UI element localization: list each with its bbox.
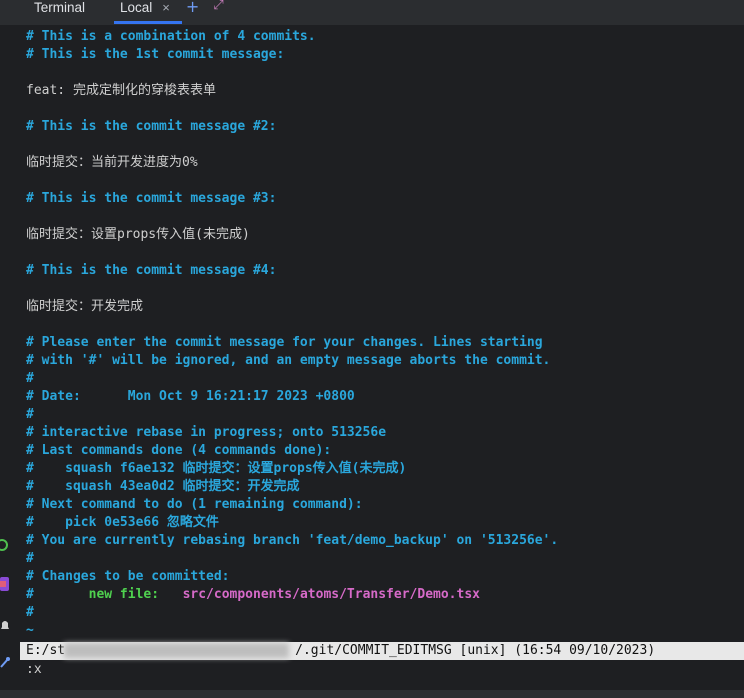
terminal-line: # bbox=[26, 604, 34, 622]
terminal-line: # This is the 1st commit message: bbox=[26, 46, 284, 64]
terminal-line: # This is the commit message #3: bbox=[26, 190, 276, 208]
changed-file-path: src/components/atoms/Transfer/Demo.tsx bbox=[182, 587, 480, 602]
line-text: # squash 43ea0d2 临时提交：开发完成 bbox=[26, 479, 300, 494]
line-text: # pick 0e53e66 忽略文件 bbox=[26, 515, 219, 530]
line-text: # Last commands done (4 commands done): bbox=[26, 443, 332, 458]
line-text: # Please enter the commit message for yo… bbox=[26, 335, 543, 350]
bottom-strip bbox=[0, 690, 744, 698]
expand-icon[interactable]: ⤢ bbox=[213, 0, 223, 13]
line-text: 临时提交：当前开发进度为0% bbox=[26, 155, 198, 170]
notification-icon[interactable] bbox=[0, 618, 10, 632]
line-text: 临时提交：开发完成 bbox=[26, 299, 144, 314]
line-text: # bbox=[26, 551, 34, 566]
line-text: # with '#' will be ignored, and an empty… bbox=[26, 353, 551, 368]
line-text: # This is the commit message #2: bbox=[26, 119, 277, 134]
left-tool-gutter bbox=[0, 25, 20, 698]
line-text: ~ bbox=[26, 623, 34, 638]
terminal-line: 临时提交：当前开发进度为0% bbox=[26, 154, 198, 172]
active-tab-indicator bbox=[114, 21, 182, 24]
line-text: # bbox=[26, 605, 34, 620]
line-text: # squash f6ae132 临时提交：设置props传入值(未完成) bbox=[26, 461, 407, 476]
line-text: # bbox=[26, 371, 34, 386]
terminal-output[interactable]: # This is a combination of 4 commits. # T… bbox=[20, 25, 744, 698]
close-icon[interactable]: × bbox=[162, 0, 170, 15]
tab-local-label: Local bbox=[120, 0, 153, 15]
line-text: # This is the commit message #4: bbox=[26, 263, 277, 278]
line-text: # Changes to be committed: bbox=[26, 569, 230, 584]
terminal-line: # interactive rebase in progress; onto 5… bbox=[26, 424, 386, 442]
terminal-line: 临时提交：设置props传入值(未完成) bbox=[26, 226, 250, 244]
vim-status-line: E:/st /.git/COMMIT_EDITMSG [unix] (16:54 … bbox=[20, 642, 744, 660]
terminal-line: feat: 完成定制化的穿梭表表单 bbox=[26, 82, 216, 100]
terminal-line: # This is the commit message #4: bbox=[26, 262, 276, 280]
line-text: # Date: Mon Oct 9 16:21:17 2023 +0800 bbox=[26, 389, 355, 404]
terminal-line: # This is the commit message #2: bbox=[26, 118, 276, 136]
line-text: # bbox=[26, 407, 34, 422]
line-text: feat: 完成定制化的穿梭表表单 bbox=[26, 83, 216, 98]
terminal-line: # Next command to do (1 remaining comman… bbox=[26, 496, 363, 514]
vim-command-line[interactable]: :x bbox=[26, 661, 42, 679]
terminal-line: ~ bbox=[26, 622, 34, 640]
line-text: # bbox=[26, 587, 34, 602]
terminal-line: # new file: src/components/atoms/Transfe… bbox=[26, 586, 480, 604]
terminal-line: # You are currently rebasing branch 'fea… bbox=[26, 532, 558, 550]
gear-icon[interactable] bbox=[0, 538, 10, 552]
plugin-icon[interactable] bbox=[0, 577, 10, 591]
terminal-line: # Last commands done (4 commands done): bbox=[26, 442, 331, 460]
change-type-label: new file: bbox=[88, 587, 160, 602]
terminal-title: Terminal bbox=[34, 0, 86, 15]
line-text: # Next command to do (1 remaining comman… bbox=[26, 497, 363, 512]
terminal-line: # bbox=[26, 406, 34, 424]
terminal-line: # bbox=[26, 370, 34, 388]
line-text: # You are currently rebasing branch 'fea… bbox=[26, 533, 559, 548]
tab-local[interactable]: Local × bbox=[114, 0, 182, 24]
terminal-line: # squash f6ae132 临时提交：设置props传入值(未完成) bbox=[26, 460, 406, 478]
line-text: 临时提交：设置props传入值(未完成) bbox=[26, 227, 250, 242]
line-text: # This is the 1st commit message: bbox=[26, 47, 285, 62]
terminal-tab-bar: Terminal Local × + ⤢ bbox=[0, 0, 744, 25]
line-text: # interactive rebase in progress; onto 5… bbox=[26, 425, 387, 440]
terminal-line: # Please enter the commit message for yo… bbox=[26, 334, 543, 352]
git-icon[interactable] bbox=[0, 655, 10, 669]
line-text: # This is the commit message #3: bbox=[26, 191, 277, 206]
status-suffix: /.git/COMMIT_EDITMSG [unix] (16:54 09/10… bbox=[295, 643, 656, 658]
terminal-line: # pick 0e53e66 忽略文件 bbox=[26, 514, 219, 532]
terminal-line: # This is a combination of 4 commits. bbox=[26, 28, 316, 46]
terminal-line: # squash 43ea0d2 临时提交：开发完成 bbox=[26, 478, 300, 496]
status-prefix: E:/st bbox=[26, 643, 66, 658]
add-tab-icon[interactable]: + bbox=[186, 0, 199, 16]
terminal-line: # Date: Mon Oct 9 16:21:17 2023 +0800 bbox=[26, 388, 355, 406]
line-text: # This is a combination of 4 commits. bbox=[26, 29, 316, 44]
terminal-line: # with '#' will be ignored, and an empty… bbox=[26, 352, 550, 370]
terminal-line: # bbox=[26, 550, 34, 568]
terminal-line: # Changes to be committed: bbox=[26, 568, 230, 586]
redacted-path bbox=[64, 643, 289, 658]
terminal-line: 临时提交：开发完成 bbox=[26, 298, 143, 316]
